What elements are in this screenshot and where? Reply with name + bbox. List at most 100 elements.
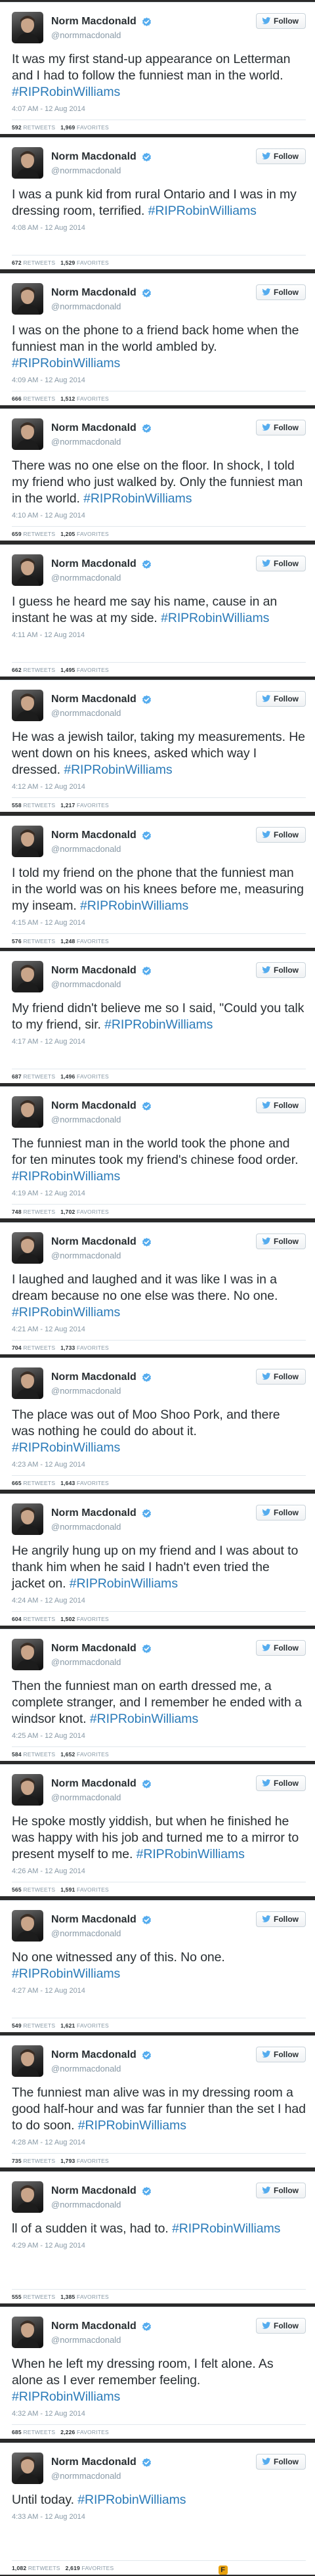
favorite-stat[interactable]: 1,512 FAVORITES — [60, 395, 109, 402]
tweet-timestamp[interactable]: 4:17 AM - 12 Aug 2014 — [12, 1038, 306, 1046]
author-block[interactable]: Norm Macdonald @normmacdonald — [51, 2456, 152, 2481]
follow-button[interactable]: Follow — [256, 2318, 306, 2334]
author-name[interactable]: Norm Macdonald — [51, 694, 136, 705]
retweet-stat[interactable]: 584 RETWEETS — [12, 1751, 55, 1758]
author-name[interactable]: Norm Macdonald — [51, 16, 136, 28]
favorite-stat[interactable]: 1,591 FAVORITES — [60, 1886, 109, 1893]
tweet-timestamp[interactable]: 4:28 AM - 12 Aug 2014 — [12, 2139, 306, 2146]
follow-button[interactable]: Follow — [256, 13, 306, 29]
hashtag-link[interactable]: #RIPRobinWilliams — [12, 1169, 120, 1184]
author-block[interactable]: Norm Macdonald @normmacdonald — [51, 694, 152, 718]
retweet-stat[interactable]: 704 RETWEETS — [12, 1344, 55, 1351]
author-name[interactable]: Norm Macdonald — [51, 422, 136, 434]
favorite-stat[interactable]: 1,385 FAVORITES — [60, 2294, 109, 2300]
follow-button[interactable]: Follow — [256, 2454, 306, 2470]
author-block[interactable]: Norm Macdonald @normmacdonald — [51, 965, 152, 989]
favorite-stat[interactable]: 1,495 FAVORITES — [60, 667, 109, 673]
follow-button[interactable]: Follow — [256, 284, 306, 300]
hashtag-link[interactable]: #RIPRobinWilliams — [78, 2118, 186, 2133]
avatar[interactable] — [12, 826, 43, 857]
follow-button[interactable]: Follow — [256, 827, 306, 843]
follow-button[interactable]: Follow — [256, 1505, 306, 1521]
author-block[interactable]: Norm Macdonald @normmacdonald — [51, 830, 152, 854]
favorite-stat[interactable]: 1,529 FAVORITES — [60, 259, 109, 266]
follow-button[interactable]: Follow — [256, 148, 306, 164]
hashtag-link[interactable]: #RIPRobinWilliams — [12, 356, 120, 370]
favorite-stat[interactable]: 1,621 FAVORITES — [60, 2022, 109, 2029]
author-handle[interactable]: @normmacdonald — [51, 844, 152, 854]
retweet-stat[interactable]: 604 RETWEETS — [12, 1616, 55, 1622]
tweet-timestamp[interactable]: 4:33 AM - 12 Aug 2014 — [12, 2513, 306, 2521]
tweet-timestamp[interactable]: 4:19 AM - 12 Aug 2014 — [12, 1189, 306, 1197]
author-block[interactable]: Norm Macdonald @normmacdonald — [51, 422, 152, 447]
follow-button[interactable]: Follow — [256, 1640, 306, 1656]
avatar[interactable] — [12, 283, 43, 315]
author-name[interactable]: Norm Macdonald — [51, 830, 136, 841]
retweet-stat[interactable]: 685 RETWEETS — [12, 2429, 55, 2435]
follow-button[interactable]: Follow — [256, 962, 306, 978]
author-name[interactable]: Norm Macdonald — [51, 151, 136, 163]
hashtag-link[interactable]: #RIPRobinWilliams — [12, 85, 120, 99]
avatar[interactable] — [12, 1232, 43, 1264]
avatar[interactable] — [12, 2317, 43, 2348]
hashtag-link[interactable]: #RIPRobinWilliams — [161, 611, 269, 625]
hashtag-link[interactable]: #RIPRobinWilliams — [90, 1712, 198, 1726]
author-handle[interactable]: @normmacdonald — [51, 1251, 152, 1260]
favorite-stat[interactable]: 1,502 FAVORITES — [60, 1616, 109, 1622]
author-name[interactable]: Norm Macdonald — [51, 2049, 136, 2061]
author-handle[interactable]: @normmacdonald — [51, 1522, 152, 1532]
author-handle[interactable]: @normmacdonald — [51, 979, 152, 989]
author-handle[interactable]: @normmacdonald — [51, 1657, 152, 1667]
author-handle[interactable]: @normmacdonald — [51, 2064, 152, 2074]
author-block[interactable]: Norm Macdonald @normmacdonald — [51, 558, 152, 583]
author-handle[interactable]: @normmacdonald — [51, 166, 152, 175]
avatar[interactable] — [12, 2045, 43, 2077]
author-block[interactable]: Norm Macdonald @normmacdonald — [51, 16, 152, 40]
tweet-timestamp[interactable]: 4:26 AM - 12 Aug 2014 — [12, 1867, 306, 1875]
avatar[interactable] — [12, 418, 43, 450]
author-name[interactable]: Norm Macdonald — [51, 558, 136, 570]
author-block[interactable]: Norm Macdonald @normmacdonald — [51, 1643, 152, 1667]
hashtag-link[interactable]: #RIPRobinWilliams — [136, 1847, 245, 1861]
follow-button[interactable]: Follow — [256, 420, 306, 435]
favorite-stat[interactable]: 1,496 FAVORITES — [60, 1073, 109, 1080]
retweet-stat[interactable]: 555 RETWEETS — [12, 2294, 55, 2300]
follow-button[interactable]: Follow — [256, 1098, 306, 1113]
retweet-stat[interactable]: 672 RETWEETS — [12, 259, 55, 266]
retweet-stat[interactable]: 558 RETWEETS — [12, 802, 55, 809]
author-handle[interactable]: @normmacdonald — [51, 301, 152, 311]
avatar[interactable] — [12, 12, 43, 43]
author-name[interactable]: Norm Macdonald — [51, 965, 136, 977]
tweet-timestamp[interactable]: 4:21 AM - 12 Aug 2014 — [12, 1325, 306, 1333]
author-handle[interactable]: @normmacdonald — [51, 1928, 152, 1938]
avatar[interactable] — [12, 147, 43, 179]
avatar[interactable] — [12, 1096, 43, 1128]
avatar[interactable] — [12, 2453, 43, 2484]
author-name[interactable]: Norm Macdonald — [51, 287, 136, 299]
author-block[interactable]: Norm Macdonald @normmacdonald — [51, 1236, 152, 1260]
author-name[interactable]: Norm Macdonald — [51, 1100, 136, 1112]
hashtag-link[interactable]: #RIPRobinWilliams — [148, 204, 257, 218]
hashtag-link[interactable]: #RIPRobinWilliams — [83, 491, 192, 506]
author-name[interactable]: Norm Macdonald — [51, 1236, 136, 1248]
follow-button[interactable]: Follow — [256, 1369, 306, 1385]
author-name[interactable]: Norm Macdonald — [51, 2321, 136, 2332]
author-handle[interactable]: @normmacdonald — [51, 437, 152, 447]
tweet-timestamp[interactable]: 4:08 AM - 12 Aug 2014 — [12, 224, 306, 232]
follow-button[interactable]: Follow — [256, 556, 306, 571]
tweet-timestamp[interactable]: 4:09 AM - 12 Aug 2014 — [12, 376, 306, 384]
author-block[interactable]: Norm Macdonald @normmacdonald — [51, 2049, 152, 2074]
follow-button[interactable]: Follow — [256, 691, 306, 707]
author-block[interactable]: Norm Macdonald @normmacdonald — [51, 2321, 152, 2345]
author-handle[interactable]: @normmacdonald — [51, 2200, 152, 2210]
author-name[interactable]: Norm Macdonald — [51, 1914, 136, 1926]
avatar[interactable] — [12, 1774, 43, 1806]
tweet-timestamp[interactable]: 4:24 AM - 12 Aug 2014 — [12, 1597, 306, 1605]
tweet-timestamp[interactable]: 4:15 AM - 12 Aug 2014 — [12, 919, 306, 927]
author-block[interactable]: Norm Macdonald @normmacdonald — [51, 287, 152, 311]
author-handle[interactable]: @normmacdonald — [51, 1115, 152, 1124]
tweet-timestamp[interactable]: 4:27 AM - 12 Aug 2014 — [12, 1987, 306, 1995]
hashtag-link[interactable]: #RIPRobinWilliams — [172, 2221, 280, 2236]
follow-button[interactable]: Follow — [256, 1233, 306, 1249]
retweet-stat[interactable]: 549 RETWEETS — [12, 2022, 55, 2029]
